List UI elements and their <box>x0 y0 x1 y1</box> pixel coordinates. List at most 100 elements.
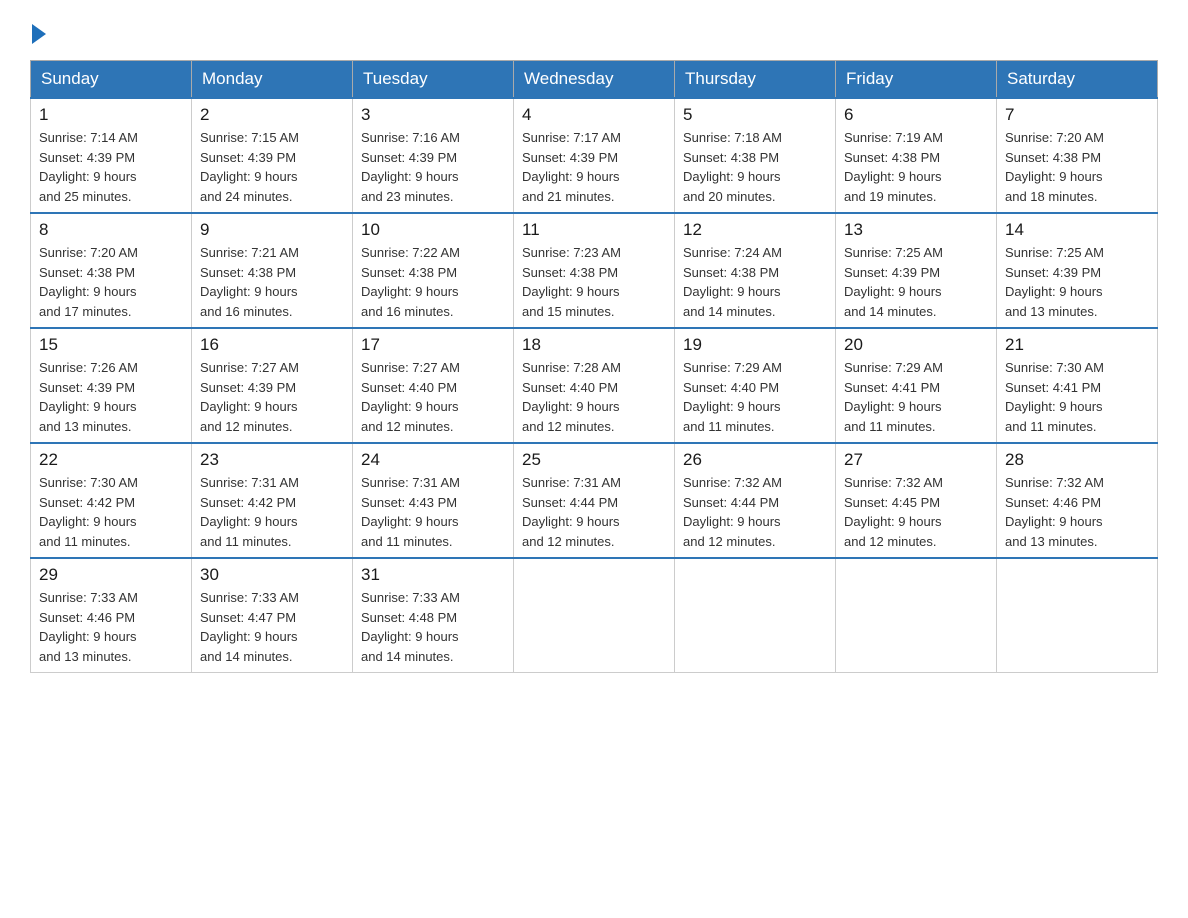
logo <box>30 20 46 44</box>
day-info: Sunrise: 7:31 AMSunset: 4:42 PMDaylight:… <box>200 473 344 551</box>
calendar-cell: 23 Sunrise: 7:31 AMSunset: 4:42 PMDaylig… <box>192 443 353 558</box>
calendar-week-5: 29 Sunrise: 7:33 AMSunset: 4:46 PMDaylig… <box>31 558 1158 673</box>
day-number: 26 <box>683 450 827 470</box>
day-info: Sunrise: 7:30 AMSunset: 4:41 PMDaylight:… <box>1005 358 1149 436</box>
calendar-cell: 30 Sunrise: 7:33 AMSunset: 4:47 PMDaylig… <box>192 558 353 673</box>
col-header-sunday: Sunday <box>31 61 192 99</box>
calendar-week-4: 22 Sunrise: 7:30 AMSunset: 4:42 PMDaylig… <box>31 443 1158 558</box>
calendar-cell: 6 Sunrise: 7:19 AMSunset: 4:38 PMDayligh… <box>836 98 997 213</box>
calendar-cell: 9 Sunrise: 7:21 AMSunset: 4:38 PMDayligh… <box>192 213 353 328</box>
calendar-cell: 18 Sunrise: 7:28 AMSunset: 4:40 PMDaylig… <box>514 328 675 443</box>
day-number: 1 <box>39 105 183 125</box>
day-number: 5 <box>683 105 827 125</box>
day-number: 4 <box>522 105 666 125</box>
col-header-friday: Friday <box>836 61 997 99</box>
calendar-cell <box>997 558 1158 673</box>
calendar-cell: 13 Sunrise: 7:25 AMSunset: 4:39 PMDaylig… <box>836 213 997 328</box>
col-header-thursday: Thursday <box>675 61 836 99</box>
calendar-cell: 8 Sunrise: 7:20 AMSunset: 4:38 PMDayligh… <box>31 213 192 328</box>
day-info: Sunrise: 7:20 AMSunset: 4:38 PMDaylight:… <box>39 243 183 321</box>
day-info: Sunrise: 7:32 AMSunset: 4:44 PMDaylight:… <box>683 473 827 551</box>
calendar-cell: 5 Sunrise: 7:18 AMSunset: 4:38 PMDayligh… <box>675 98 836 213</box>
day-info: Sunrise: 7:33 AMSunset: 4:48 PMDaylight:… <box>361 588 505 666</box>
col-header-tuesday: Tuesday <box>353 61 514 99</box>
day-info: Sunrise: 7:33 AMSunset: 4:47 PMDaylight:… <box>200 588 344 666</box>
calendar-cell: 26 Sunrise: 7:32 AMSunset: 4:44 PMDaylig… <box>675 443 836 558</box>
day-info: Sunrise: 7:22 AMSunset: 4:38 PMDaylight:… <box>361 243 505 321</box>
day-number: 30 <box>200 565 344 585</box>
calendar-cell: 16 Sunrise: 7:27 AMSunset: 4:39 PMDaylig… <box>192 328 353 443</box>
calendar-cell: 14 Sunrise: 7:25 AMSunset: 4:39 PMDaylig… <box>997 213 1158 328</box>
day-number: 28 <box>1005 450 1149 470</box>
calendar-week-3: 15 Sunrise: 7:26 AMSunset: 4:39 PMDaylig… <box>31 328 1158 443</box>
calendar-cell: 22 Sunrise: 7:30 AMSunset: 4:42 PMDaylig… <box>31 443 192 558</box>
calendar-cell: 12 Sunrise: 7:24 AMSunset: 4:38 PMDaylig… <box>675 213 836 328</box>
day-info: Sunrise: 7:16 AMSunset: 4:39 PMDaylight:… <box>361 128 505 206</box>
day-number: 15 <box>39 335 183 355</box>
day-info: Sunrise: 7:19 AMSunset: 4:38 PMDaylight:… <box>844 128 988 206</box>
page-header <box>30 20 1158 44</box>
day-number: 7 <box>1005 105 1149 125</box>
calendar-cell <box>675 558 836 673</box>
calendar-cell: 28 Sunrise: 7:32 AMSunset: 4:46 PMDaylig… <box>997 443 1158 558</box>
day-number: 14 <box>1005 220 1149 240</box>
day-number: 8 <box>39 220 183 240</box>
day-info: Sunrise: 7:29 AMSunset: 4:40 PMDaylight:… <box>683 358 827 436</box>
day-number: 23 <box>200 450 344 470</box>
day-number: 21 <box>1005 335 1149 355</box>
calendar-week-2: 8 Sunrise: 7:20 AMSunset: 4:38 PMDayligh… <box>31 213 1158 328</box>
calendar-cell: 2 Sunrise: 7:15 AMSunset: 4:39 PMDayligh… <box>192 98 353 213</box>
day-info: Sunrise: 7:33 AMSunset: 4:46 PMDaylight:… <box>39 588 183 666</box>
calendar-cell: 31 Sunrise: 7:33 AMSunset: 4:48 PMDaylig… <box>353 558 514 673</box>
logo-triangle-icon <box>32 24 46 44</box>
day-number: 31 <box>361 565 505 585</box>
col-header-wednesday: Wednesday <box>514 61 675 99</box>
calendar-cell: 24 Sunrise: 7:31 AMSunset: 4:43 PMDaylig… <box>353 443 514 558</box>
day-info: Sunrise: 7:24 AMSunset: 4:38 PMDaylight:… <box>683 243 827 321</box>
day-info: Sunrise: 7:20 AMSunset: 4:38 PMDaylight:… <box>1005 128 1149 206</box>
calendar-cell: 7 Sunrise: 7:20 AMSunset: 4:38 PMDayligh… <box>997 98 1158 213</box>
day-number: 13 <box>844 220 988 240</box>
calendar-cell: 10 Sunrise: 7:22 AMSunset: 4:38 PMDaylig… <box>353 213 514 328</box>
calendar-cell: 29 Sunrise: 7:33 AMSunset: 4:46 PMDaylig… <box>31 558 192 673</box>
calendar-cell: 21 Sunrise: 7:30 AMSunset: 4:41 PMDaylig… <box>997 328 1158 443</box>
day-info: Sunrise: 7:25 AMSunset: 4:39 PMDaylight:… <box>844 243 988 321</box>
day-number: 25 <box>522 450 666 470</box>
day-number: 6 <box>844 105 988 125</box>
calendar-cell: 17 Sunrise: 7:27 AMSunset: 4:40 PMDaylig… <box>353 328 514 443</box>
calendar-cell: 4 Sunrise: 7:17 AMSunset: 4:39 PMDayligh… <box>514 98 675 213</box>
calendar-week-1: 1 Sunrise: 7:14 AMSunset: 4:39 PMDayligh… <box>31 98 1158 213</box>
day-number: 2 <box>200 105 344 125</box>
day-info: Sunrise: 7:31 AMSunset: 4:43 PMDaylight:… <box>361 473 505 551</box>
day-info: Sunrise: 7:27 AMSunset: 4:39 PMDaylight:… <box>200 358 344 436</box>
day-number: 22 <box>39 450 183 470</box>
day-number: 17 <box>361 335 505 355</box>
day-info: Sunrise: 7:15 AMSunset: 4:39 PMDaylight:… <box>200 128 344 206</box>
calendar-cell: 15 Sunrise: 7:26 AMSunset: 4:39 PMDaylig… <box>31 328 192 443</box>
calendar-cell: 1 Sunrise: 7:14 AMSunset: 4:39 PMDayligh… <box>31 98 192 213</box>
calendar-cell: 11 Sunrise: 7:23 AMSunset: 4:38 PMDaylig… <box>514 213 675 328</box>
day-number: 12 <box>683 220 827 240</box>
calendar-table: SundayMondayTuesdayWednesdayThursdayFrid… <box>30 60 1158 673</box>
day-info: Sunrise: 7:17 AMSunset: 4:39 PMDaylight:… <box>522 128 666 206</box>
calendar-cell: 27 Sunrise: 7:32 AMSunset: 4:45 PMDaylig… <box>836 443 997 558</box>
calendar-cell: 3 Sunrise: 7:16 AMSunset: 4:39 PMDayligh… <box>353 98 514 213</box>
calendar-cell: 25 Sunrise: 7:31 AMSunset: 4:44 PMDaylig… <box>514 443 675 558</box>
calendar-header-row: SundayMondayTuesdayWednesdayThursdayFrid… <box>31 61 1158 99</box>
day-number: 11 <box>522 220 666 240</box>
day-number: 19 <box>683 335 827 355</box>
day-info: Sunrise: 7:14 AMSunset: 4:39 PMDaylight:… <box>39 128 183 206</box>
calendar-cell: 20 Sunrise: 7:29 AMSunset: 4:41 PMDaylig… <box>836 328 997 443</box>
day-info: Sunrise: 7:21 AMSunset: 4:38 PMDaylight:… <box>200 243 344 321</box>
day-number: 18 <box>522 335 666 355</box>
day-number: 24 <box>361 450 505 470</box>
day-number: 27 <box>844 450 988 470</box>
calendar-cell <box>836 558 997 673</box>
day-number: 10 <box>361 220 505 240</box>
day-info: Sunrise: 7:23 AMSunset: 4:38 PMDaylight:… <box>522 243 666 321</box>
day-info: Sunrise: 7:26 AMSunset: 4:39 PMDaylight:… <box>39 358 183 436</box>
day-info: Sunrise: 7:28 AMSunset: 4:40 PMDaylight:… <box>522 358 666 436</box>
day-info: Sunrise: 7:29 AMSunset: 4:41 PMDaylight:… <box>844 358 988 436</box>
day-info: Sunrise: 7:25 AMSunset: 4:39 PMDaylight:… <box>1005 243 1149 321</box>
day-info: Sunrise: 7:32 AMSunset: 4:46 PMDaylight:… <box>1005 473 1149 551</box>
